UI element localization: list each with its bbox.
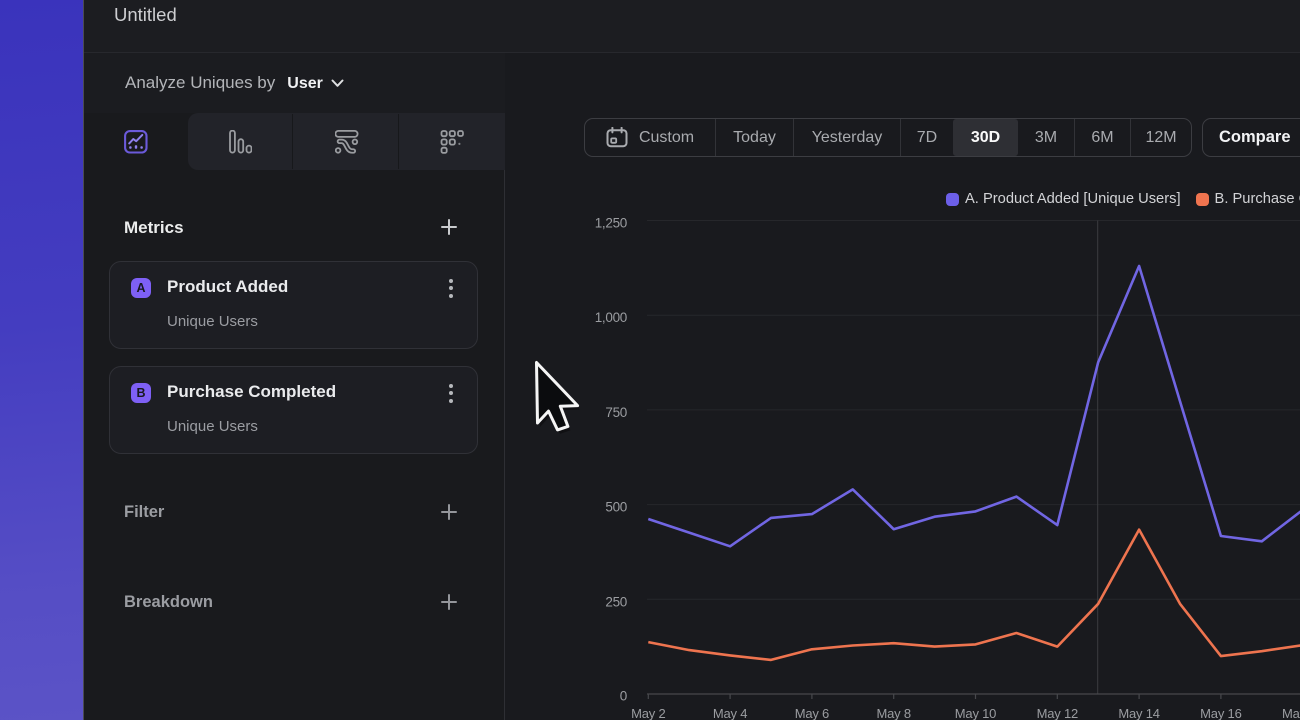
svg-text:1,000: 1,000 xyxy=(595,310,627,325)
svg-text:May 6: May 6 xyxy=(795,706,829,720)
svg-text:750: 750 xyxy=(605,405,627,420)
svg-text:May 4: May 4 xyxy=(713,706,747,720)
svg-text:May 18: May 18 xyxy=(1282,706,1300,720)
svg-text:May 12: May 12 xyxy=(1037,706,1078,720)
svg-text:1,250: 1,250 xyxy=(595,216,627,231)
svg-text:0: 0 xyxy=(620,689,627,704)
svg-text:500: 500 xyxy=(605,500,627,515)
svg-text:May 8: May 8 xyxy=(876,706,910,720)
svg-text:May 2: May 2 xyxy=(631,706,665,720)
svg-text:May 16: May 16 xyxy=(1200,706,1241,720)
svg-text:May 10: May 10 xyxy=(955,706,996,720)
svg-text:250: 250 xyxy=(605,594,627,609)
svg-text:May 14: May 14 xyxy=(1118,706,1159,720)
